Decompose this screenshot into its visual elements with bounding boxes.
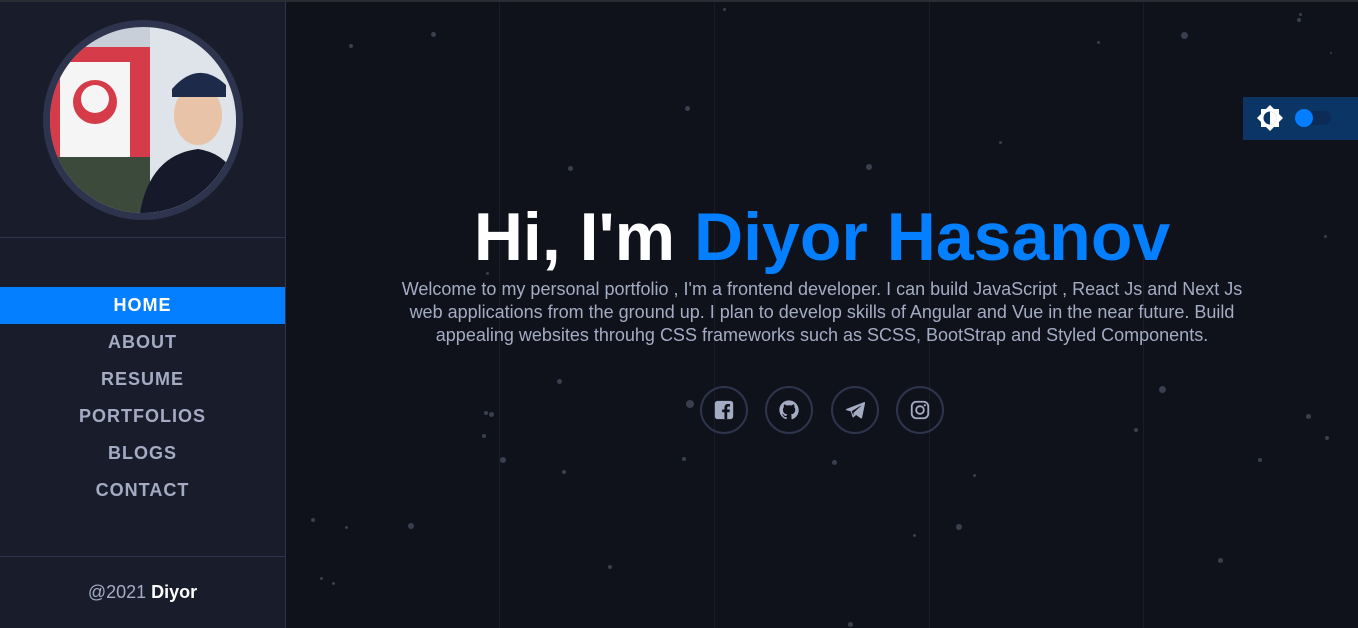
particle-dot — [349, 44, 353, 48]
particle-dot — [848, 622, 853, 627]
main-nav: Home About Resume Portfolios Blogs Conta… — [0, 287, 285, 509]
particle-dot — [1097, 41, 1100, 44]
hero-heading: Hi, I'm Diyor Hasanov — [286, 196, 1358, 278]
copyright: @2021 Diyor — [0, 582, 285, 603]
particle-dot — [562, 470, 566, 474]
facebook-link[interactable] — [700, 386, 748, 434]
instagram-link[interactable] — [896, 386, 944, 434]
theme-toggle[interactable] — [1243, 97, 1358, 140]
nav-item-resume[interactable]: Resume — [0, 361, 285, 398]
telegram-link[interactable] — [831, 386, 879, 434]
particle-dot — [682, 457, 686, 461]
theme-switch[interactable] — [1295, 109, 1331, 127]
particle-dot — [332, 582, 335, 585]
particle-dot — [484, 411, 488, 415]
particle-dot — [1258, 458, 1262, 462]
nav-item-blogs[interactable]: Blogs — [0, 435, 285, 472]
particle-dot — [866, 164, 872, 170]
particle-dot — [956, 524, 962, 530]
particle-dot — [1297, 18, 1301, 22]
particle-dot — [973, 474, 976, 477]
theme-switch-knob[interactable] — [1295, 109, 1313, 127]
hero-greeting: Hi, I'm — [473, 199, 695, 275]
divider — [0, 556, 285, 557]
divider — [0, 237, 285, 238]
particle-dot — [311, 518, 315, 522]
nav-item-portfolios[interactable]: Portfolios — [0, 398, 285, 435]
particle-dot — [1306, 414, 1311, 419]
avatar — [50, 27, 236, 213]
nav-item-home[interactable]: Home — [0, 287, 285, 324]
particle-dot — [1325, 436, 1329, 440]
copyright-name: Diyor — [151, 582, 198, 602]
particle-dot — [1218, 558, 1223, 563]
particle-dot — [686, 400, 694, 408]
particle-dot — [431, 32, 436, 37]
particle-dot — [1299, 13, 1302, 16]
avatar-frame — [43, 20, 243, 220]
particle-dot — [345, 526, 348, 529]
particle-dot — [608, 565, 612, 569]
nav-item-about[interactable]: About — [0, 324, 285, 361]
particle-dot — [723, 8, 726, 11]
avatar-photo — [50, 27, 236, 213]
particle-dot — [408, 523, 414, 529]
github-link[interactable] — [765, 386, 813, 434]
particle-dot — [1330, 52, 1332, 54]
particle-dot — [557, 379, 562, 384]
particle-dot — [685, 106, 690, 111]
telegram-icon — [845, 402, 866, 419]
particle-dot — [999, 141, 1002, 144]
particle-dot — [832, 460, 837, 465]
particle-dot — [913, 534, 916, 537]
copyright-prefix: @2021 — [87, 582, 152, 602]
particle-dot — [482, 434, 486, 438]
hero-intro: Welcome to my personal portfolio , I'm a… — [401, 279, 1243, 345]
particle-dot — [500, 457, 506, 463]
instagram-icon — [910, 400, 930, 420]
facebook-icon — [714, 400, 734, 420]
particle-dot — [568, 166, 573, 171]
github-icon — [779, 400, 799, 420]
particle-dot — [489, 412, 494, 417]
sidebar: Home About Resume Portfolios Blogs Conta… — [0, 2, 286, 628]
hero-name: Diyor Hasanov — [694, 199, 1171, 275]
particle-dot — [1159, 386, 1166, 393]
nav-item-contact[interactable]: Contact — [0, 472, 285, 509]
particle-dot — [1134, 428, 1138, 432]
particle-dot — [320, 577, 323, 580]
brightness-icon — [1257, 105, 1283, 131]
particle-dot — [1181, 32, 1188, 39]
